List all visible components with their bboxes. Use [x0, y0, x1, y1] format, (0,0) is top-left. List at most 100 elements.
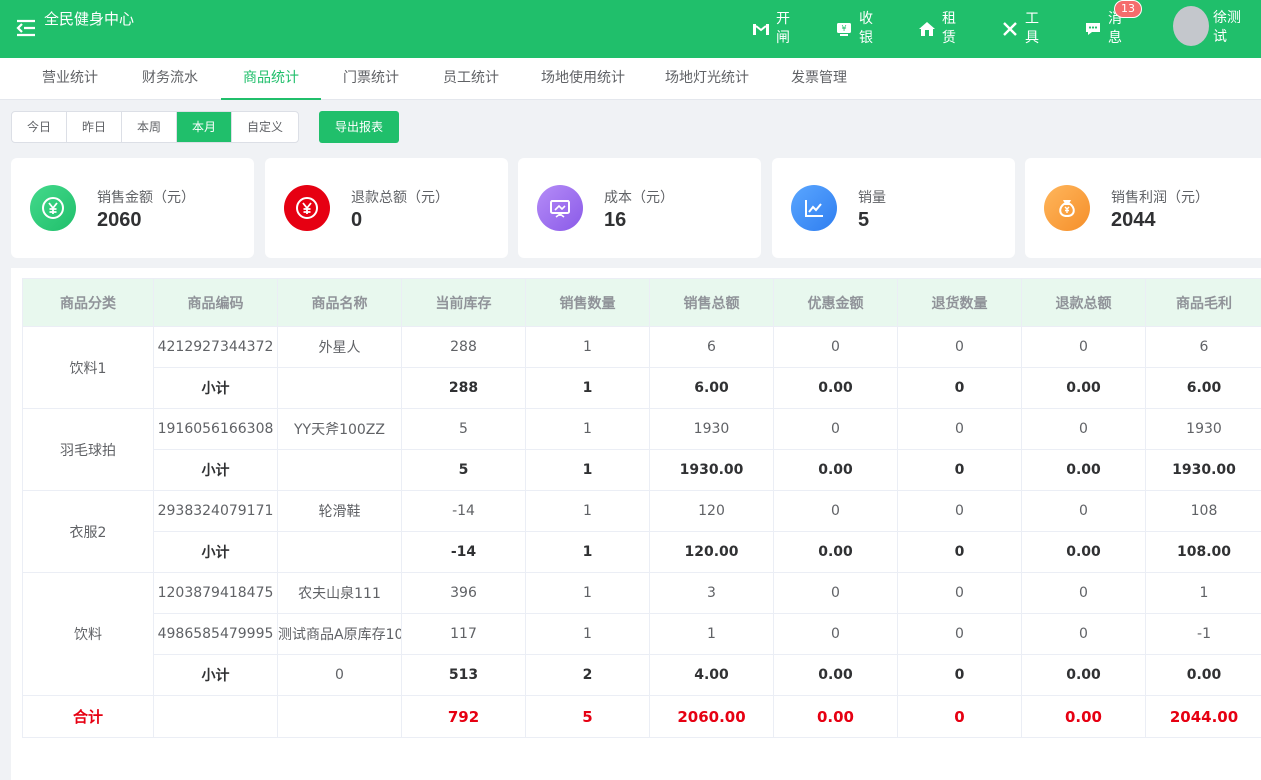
subtotal-row: 小计 5 1 1930.00 0.00 0 0.00 1930.00: [23, 449, 1261, 491]
stats-tab-bar: 营业统计 财务流水 商品统计 门票统计 员工统计 场地使用统计 场地灯光统计 发…: [0, 58, 1261, 100]
table-cell: 288: [401, 326, 526, 368]
nav-gate-label: 开闸: [776, 11, 790, 46]
rental-icon: [919, 22, 935, 36]
table-cell: 2044.00: [1145, 695, 1261, 738]
nav-tools-button[interactable]: 工具: [1001, 9, 1040, 49]
product-stats-table: 商品分类 商品编码 商品名称 当前库存 销售数量 销售总额 优惠金额 退货数量 …: [22, 278, 1261, 738]
table-cell: 1: [525, 449, 650, 491]
yuan-icon: [42, 197, 64, 219]
nav-message-button[interactable]: 消息 13: [1084, 0, 1142, 49]
stat-label: 销量: [858, 190, 886, 206]
table-cell: -14: [401, 531, 526, 573]
table-cell: 117: [401, 613, 526, 655]
table-cell: 0: [897, 408, 1022, 450]
tab-invoice-management[interactable]: 发票管理: [771, 58, 867, 100]
table-cell: 0: [897, 531, 1022, 573]
stat-icon-badge: [1044, 185, 1090, 231]
table-cell: 0.00: [773, 654, 898, 696]
stat-value: 5: [858, 209, 870, 231]
category-cell: 饮料: [22, 572, 154, 696]
nav-gate-button[interactable]: 开闸: [752, 9, 791, 49]
table-cell: 1: [525, 490, 650, 532]
subtotal-row: 小计 288 1 6.00 0.00 0 0.00 6.00: [23, 367, 1261, 409]
table-cell: 108.00: [1145, 531, 1261, 573]
nav-cashier-button[interactable]: ¥ 收银: [835, 9, 874, 49]
range-yesterday-button[interactable]: 昨日: [67, 112, 122, 142]
product-stats-panel: 商品分类 商品编码 商品名称 当前库存 销售数量 销售总额 优惠金额 退货数量 …: [11, 268, 1261, 780]
avatar[interactable]: [1173, 6, 1209, 46]
category-cell: 饮料1: [22, 326, 154, 409]
column-header: 当前库存: [401, 278, 526, 327]
tab-staff-stats[interactable]: 员工统计: [423, 58, 519, 100]
table-cell: 396: [401, 572, 526, 614]
gate-icon: [753, 24, 769, 35]
money-bag-icon: [1059, 200, 1075, 218]
table-cell: 0: [1021, 613, 1146, 655]
date-range-selector: 今日 昨日 本周 本月 自定义: [11, 111, 299, 143]
table-cell: 小计: [153, 654, 278, 696]
table-cell: -1: [1145, 613, 1261, 655]
tab-finance-flow[interactable]: 财务流水: [122, 58, 218, 100]
table-cell: 0: [897, 572, 1022, 614]
table-cell: [277, 695, 402, 738]
message-icon: [1086, 23, 1100, 35]
table-row: 饮料1 4212927344372 外星人 288 1 6 0 0 0 6: [22, 326, 1261, 409]
stat-value: 0: [351, 209, 363, 231]
table-cell: 合计: [22, 695, 154, 738]
stat-card-sales-volume: 销量 5: [772, 158, 1015, 258]
table-cell: YY天斧100ZZ: [277, 408, 402, 450]
tab-product-stats[interactable]: 商品统计: [221, 58, 321, 100]
table-cell: 0: [1021, 490, 1146, 532]
menu-collapse-icon[interactable]: [14, 16, 38, 40]
table-cell: 120: [649, 490, 774, 532]
table-cell: 513: [401, 654, 526, 696]
table-cell: 5: [525, 695, 650, 738]
table-cell: 0: [897, 695, 1022, 738]
table-cell: 0: [897, 449, 1022, 491]
subtotal-row: 小计 0 513 2 4.00 0.00 0 0.00 0.00: [23, 654, 1261, 696]
user-name[interactable]: 徐测试: [1213, 9, 1243, 47]
app-title: 全民健身中心: [44, 10, 135, 28]
table-cell: 0: [1021, 408, 1146, 450]
stat-label: 销售金额（元）: [97, 190, 195, 206]
table-cell: 1: [649, 613, 774, 655]
table-cell: 6.00: [649, 367, 774, 409]
table-cell: 0.00: [1021, 531, 1146, 573]
tab-venue-lighting-stats[interactable]: 场地灯光统计: [647, 58, 767, 100]
table-cell: 0: [773, 490, 898, 532]
export-report-button[interactable]: 导出报表: [319, 111, 399, 143]
stat-card-refund-amount: 退款总额（元） 0: [265, 158, 508, 258]
yuan-icon: [296, 197, 318, 219]
tab-business-stats[interactable]: 营业统计: [22, 58, 118, 100]
table-cell: 120.00: [649, 531, 774, 573]
range-today-button[interactable]: 今日: [12, 112, 67, 142]
tab-venue-usage-stats[interactable]: 场地使用统计: [523, 58, 643, 100]
table-cell: 0.00: [773, 367, 898, 409]
table-cell: 0.00: [1021, 449, 1146, 491]
table-cell: 0: [773, 408, 898, 450]
table-cell: 1: [525, 367, 650, 409]
nav-rental-button[interactable]: 租赁: [918, 9, 957, 49]
line-chart-icon: [805, 200, 823, 217]
tab-ticket-stats[interactable]: 门票统计: [323, 58, 419, 100]
cashier-icon: ¥: [837, 23, 851, 36]
message-count-badge: 13: [1114, 0, 1142, 18]
table-cell: 6: [1145, 326, 1261, 368]
column-header: 商品分类: [22, 278, 154, 327]
top-bar: 全民健身中心 开闸 ¥ 收银 租赁 工具 消息 13 徐测试: [0, 0, 1261, 58]
table-cell: 0: [1021, 326, 1146, 368]
range-this-month-button[interactable]: 本月: [177, 112, 232, 142]
subtotal-row: 小计 -14 1 120.00 0.00 0 0.00 108.00: [23, 531, 1261, 573]
column-header: 商品毛利: [1145, 278, 1261, 327]
table-cell: 4212927344372: [153, 326, 278, 368]
grand-total-row: 合计 792 5 2060.00 0.00 0 0.00 2044.00: [22, 695, 1261, 738]
range-custom-button[interactable]: 自定义: [232, 112, 298, 142]
stat-value: 2060: [97, 209, 142, 231]
stat-value: 16: [604, 209, 627, 231]
table-row: 衣服2 2938324079171 轮滑鞋 -14 1 120 0 0 0 10…: [22, 490, 1261, 573]
stat-icon-badge: [791, 185, 837, 231]
stat-label: 退款总额（元）: [351, 190, 449, 206]
table-cell: 1: [525, 326, 650, 368]
column-header: 退货数量: [897, 278, 1022, 327]
range-this-week-button[interactable]: 本周: [122, 112, 177, 142]
